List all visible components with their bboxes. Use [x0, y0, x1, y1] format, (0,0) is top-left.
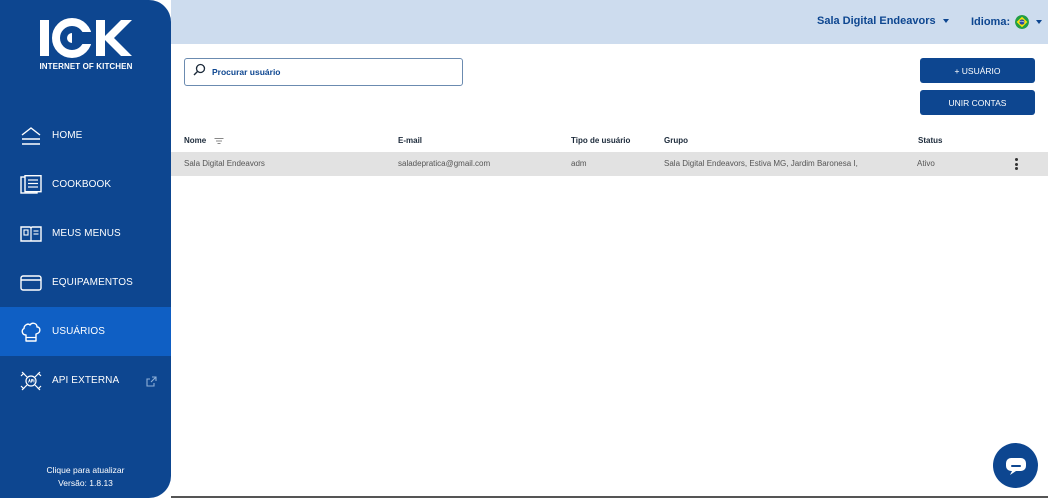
sidebar-item-meus-menus[interactable]: MEUS MENUS [0, 209, 171, 258]
column-header-status[interactable]: Status [918, 136, 942, 145]
sidebar-item-equipamentos[interactable]: EQUIPAMENTOS [0, 258, 171, 307]
cell-email: saladepratica@gmail.com [398, 159, 491, 168]
topbar: Sala Digital Endeavors Idioma: [171, 0, 1048, 44]
sidebar: INTERNET OF KITCHEN HOME COOKBOOK MEUS M… [0, 0, 171, 498]
brand-logo[interactable]: INTERNET OF KITCHEN [38, 18, 134, 72]
sidebar-item-label: MEUS MENUS [52, 228, 121, 239]
language-select[interactable]: Idioma: [971, 15, 1043, 29]
sidebar-nav: HOME COOKBOOK MEUS MENUS EQUIPAMENTOS US… [0, 111, 171, 405]
column-header-label: Nome [184, 136, 207, 145]
sidebar-item-label: EQUIPAMENTOS [52, 277, 133, 288]
cell-user-type: adm [571, 159, 587, 168]
organization-name: Sala Digital Endeavors [817, 15, 936, 27]
merge-accounts-button[interactable]: UNIR CONTAS [920, 90, 1035, 115]
update-link[interactable]: Clique para atualizar [0, 464, 171, 477]
caret-down-icon [1036, 20, 1043, 24]
sidebar-item-usuarios[interactable]: USUÁRIOS [0, 307, 171, 356]
menus-icon [20, 223, 42, 245]
language-label: Idioma: [971, 16, 1011, 28]
sidebar-item-home[interactable]: HOME [0, 111, 171, 160]
organization-select[interactable]: Sala Digital Endeavors [817, 15, 949, 27]
column-header-user-type[interactable]: Tipo de usuário [571, 136, 630, 145]
chat-icon [1005, 457, 1026, 475]
api-icon [20, 370, 42, 392]
equipment-icon [20, 272, 42, 294]
users-table: Nome E-mail Tipo de usuário Grupo Status… [171, 130, 1048, 176]
sidebar-item-cookbook[interactable]: COOKBOOK [0, 160, 171, 209]
sidebar-item-label: API EXTERNA [52, 375, 120, 386]
brand-tagline: INTERNET OF KITCHEN [39, 62, 133, 71]
sidebar-item-label: USUÁRIOS [52, 326, 106, 337]
cell-status: Ativo [917, 159, 935, 168]
sidebar-item-label: HOME [52, 130, 83, 141]
table-header: Nome E-mail Tipo de usuário Grupo Status [171, 130, 1048, 152]
app-version: Versão: 1.8.13 [58, 478, 113, 488]
app-root: INTERNET OF KITCHEN HOME COOKBOOK MEUS M… [0, 0, 1048, 498]
search-input[interactable] [212, 67, 452, 77]
external-link-icon [146, 374, 157, 387]
cell-name: Sala Digital Endeavors [184, 159, 265, 168]
sidebar-footer: Clique para atualizar Versão: 1.8.13 [0, 464, 171, 490]
cell-group: Sala Digital Endeavors, Estiva MG, Jardi… [664, 159, 858, 168]
search-icon [193, 63, 206, 81]
add-user-button[interactable]: + USUÁRIO [920, 58, 1035, 83]
caret-down-icon [942, 19, 949, 23]
user-search-box[interactable] [184, 58, 463, 86]
home-icon [20, 125, 42, 147]
sidebar-item-api-externa[interactable]: API EXTERNA [0, 356, 171, 405]
row-more-options-icon[interactable] [1009, 157, 1023, 171]
chef-hat-icon [20, 321, 42, 343]
sort-filter-icon[interactable] [214, 137, 224, 145]
brazil-flag-icon [1015, 15, 1030, 29]
table-row[interactable]: Sala Digital Endeavors saladepratica@gma… [171, 152, 1048, 176]
cookbook-icon [20, 174, 42, 196]
column-header-group[interactable]: Grupo [664, 136, 688, 145]
iok-logo-icon [40, 18, 132, 58]
chat-button[interactable] [993, 443, 1038, 488]
column-header-name[interactable]: Nome [184, 136, 224, 145]
column-header-email[interactable]: E-mail [398, 136, 422, 145]
sidebar-item-label: COOKBOOK [52, 179, 112, 190]
